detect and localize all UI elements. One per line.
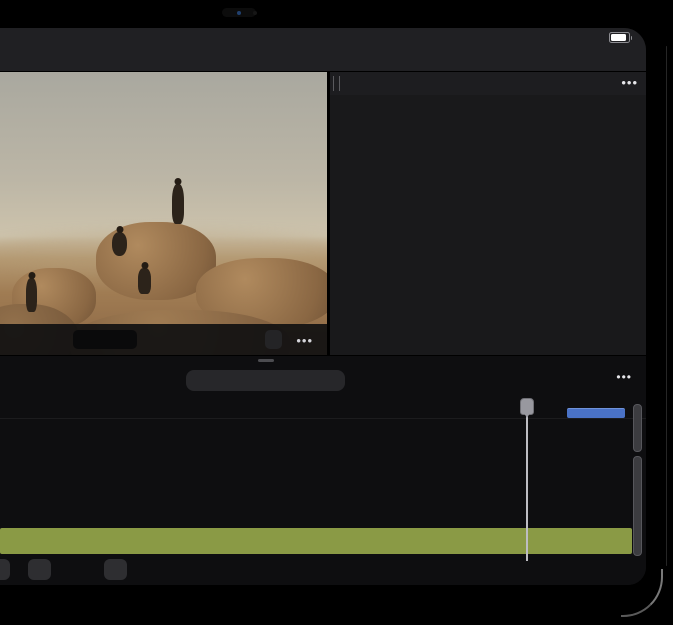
viewer-more-icon[interactable]: ••• xyxy=(296,333,313,348)
ipad-device: ••• ••• xyxy=(0,0,673,625)
wifi-icon xyxy=(585,32,599,44)
multicam-button[interactable] xyxy=(104,559,127,580)
timeline-bottom-bar xyxy=(0,559,646,583)
sensor-dot-icon xyxy=(253,11,257,15)
music-audio-clip[interactable] xyxy=(0,528,632,554)
device-corner-highlight xyxy=(621,569,663,617)
screen: ••• ••• xyxy=(0,28,646,585)
status-bar xyxy=(585,31,630,44)
person-standing xyxy=(172,184,184,224)
playhead-line xyxy=(526,416,528,561)
battery-icon xyxy=(609,32,630,43)
timeline-ruler[interactable] xyxy=(0,396,646,419)
project-media-panel: ••• xyxy=(330,72,646,355)
animate-button[interactable] xyxy=(28,559,51,580)
front-camera-icon xyxy=(237,11,241,15)
person-crouching xyxy=(112,232,127,256)
viewer-canvas: ••• xyxy=(0,72,327,355)
panel-drag-handle[interactable] xyxy=(333,76,340,91)
viewer-control-bar: ••• xyxy=(0,324,327,355)
device-edge xyxy=(666,46,667,566)
timeline-more-icon[interactable]: ••• xyxy=(616,370,632,384)
viewer-zoom-control[interactable] xyxy=(265,330,282,349)
person-sitting xyxy=(138,268,151,294)
top-toolbar xyxy=(0,28,646,72)
playhead[interactable] xyxy=(520,398,534,415)
media-panel-header: ••• xyxy=(330,72,646,95)
timeline-scrollbar[interactable] xyxy=(633,400,642,560)
edit-mode-segmented-control xyxy=(186,370,345,391)
scrollbar-handle[interactable] xyxy=(633,404,642,452)
timeline-drag-handle[interactable] xyxy=(258,359,274,362)
timecode-display[interactable] xyxy=(73,330,137,349)
clipped-button[interactable] xyxy=(0,559,10,580)
timeline-panel: ••• xyxy=(0,355,646,585)
connected-clip-bar[interactable] xyxy=(567,408,625,418)
scrollbar-handle[interactable] xyxy=(633,456,642,556)
person-standing xyxy=(26,278,37,312)
media-more-icon[interactable]: ••• xyxy=(621,75,638,90)
